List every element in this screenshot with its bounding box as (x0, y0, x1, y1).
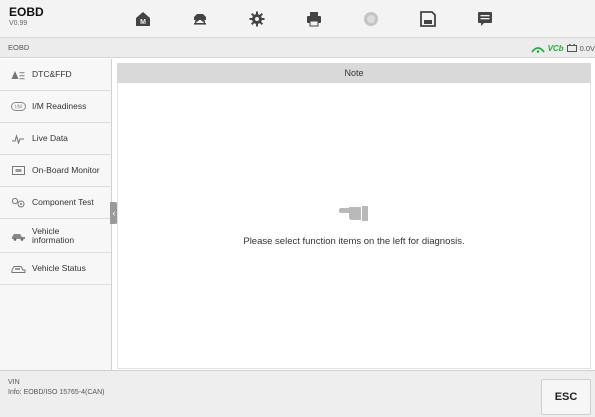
connection-status: VCb 0.0V (530, 42, 595, 54)
home-button[interactable]: M (119, 6, 167, 32)
note-body: Please select function items on the left… (117, 83, 591, 369)
breadcrumb: EOBD (8, 43, 30, 52)
esc-button[interactable]: ESC (541, 379, 591, 415)
vehicle-status-icon (10, 264, 26, 274)
function-sidebar: DTC&FFD I/M I/M Readiness Live Data On-B… (0, 59, 112, 370)
svg-text:M: M (140, 19, 146, 26)
print-button[interactable] (290, 6, 338, 32)
monitor-icon (10, 165, 26, 176)
note-header: Note (117, 63, 591, 83)
help-button[interactable] (347, 6, 395, 32)
sidebar-item-dtc-ffd[interactable]: DTC&FFD (0, 59, 111, 91)
sidebar-item-label: On-Board Monitor (32, 165, 100, 175)
battery-icon (566, 44, 577, 52)
app-title-block: EOBD V0.99 (9, 5, 44, 28)
sidebar-item-label: Live Data (32, 133, 68, 143)
note-message: Please select function items on the left… (243, 236, 465, 247)
sidebar-item-on-board-monitor[interactable]: On-Board Monitor (0, 155, 111, 187)
protocol-info: Info: EOBD/ISO 15765-4(CAN) (8, 389, 105, 396)
sidebar-item-label: DTC&FFD (32, 69, 72, 79)
note-panel: Note Please select function items on the… (117, 63, 591, 369)
vehicle-lift-button[interactable] (176, 6, 224, 32)
sidebar-item-label: Component Test (32, 197, 94, 207)
svg-text:I/M: I/M (15, 105, 22, 111)
save-icon (420, 11, 436, 27)
vci-status: VCb (547, 43, 564, 53)
sidebar-item-live-data[interactable]: Live Data (0, 123, 111, 155)
sidebar-item-label: Vehicle information (32, 225, 75, 245)
signal-icon (530, 46, 545, 53)
app-version: V0.99 (9, 20, 28, 27)
app-title: EOBD (9, 5, 44, 19)
vehicle-lift-icon (194, 14, 206, 25)
save-button[interactable] (404, 6, 452, 32)
vehicle-info-icon (10, 231, 26, 241)
home-icon: M (136, 12, 150, 26)
message-icon (478, 12, 492, 26)
battery-voltage: 0.0V (579, 43, 595, 53)
breadcrumb-bar: EOBD VCb 0.0V (0, 38, 595, 58)
sidebar-item-vehicle-information[interactable]: Vehicle information (0, 219, 111, 253)
footer-bar: VIN Info: EOBD/ISO 15765-4(CAN) ESC (0, 370, 595, 417)
settings-button[interactable] (233, 6, 281, 32)
help-icon (364, 12, 378, 26)
sidebar-item-vehicle-status[interactable]: Vehicle Status (0, 253, 111, 285)
im-readiness-icon: I/M (10, 102, 26, 111)
dtc-warning-icon (10, 70, 26, 80)
sidebar-item-im-readiness[interactable]: I/M I/M Readiness (0, 91, 111, 123)
component-test-icon (10, 197, 26, 208)
sidebar-item-label: I/M Readiness (32, 101, 87, 111)
pointing-hand-icon (339, 206, 368, 221)
print-icon (307, 12, 321, 27)
settings-gear-icon (249, 11, 265, 27)
top-toolbar: EOBD V0.99 M (0, 0, 595, 38)
chevron-left-icon: ‹ (112, 207, 116, 218)
message-button[interactable] (461, 6, 509, 32)
live-data-icon (10, 133, 26, 144)
vin-label: VIN (8, 379, 20, 386)
sidebar-item-component-test[interactable]: Component Test (0, 187, 111, 219)
sidebar-item-label: Vehicle Status (32, 263, 86, 273)
